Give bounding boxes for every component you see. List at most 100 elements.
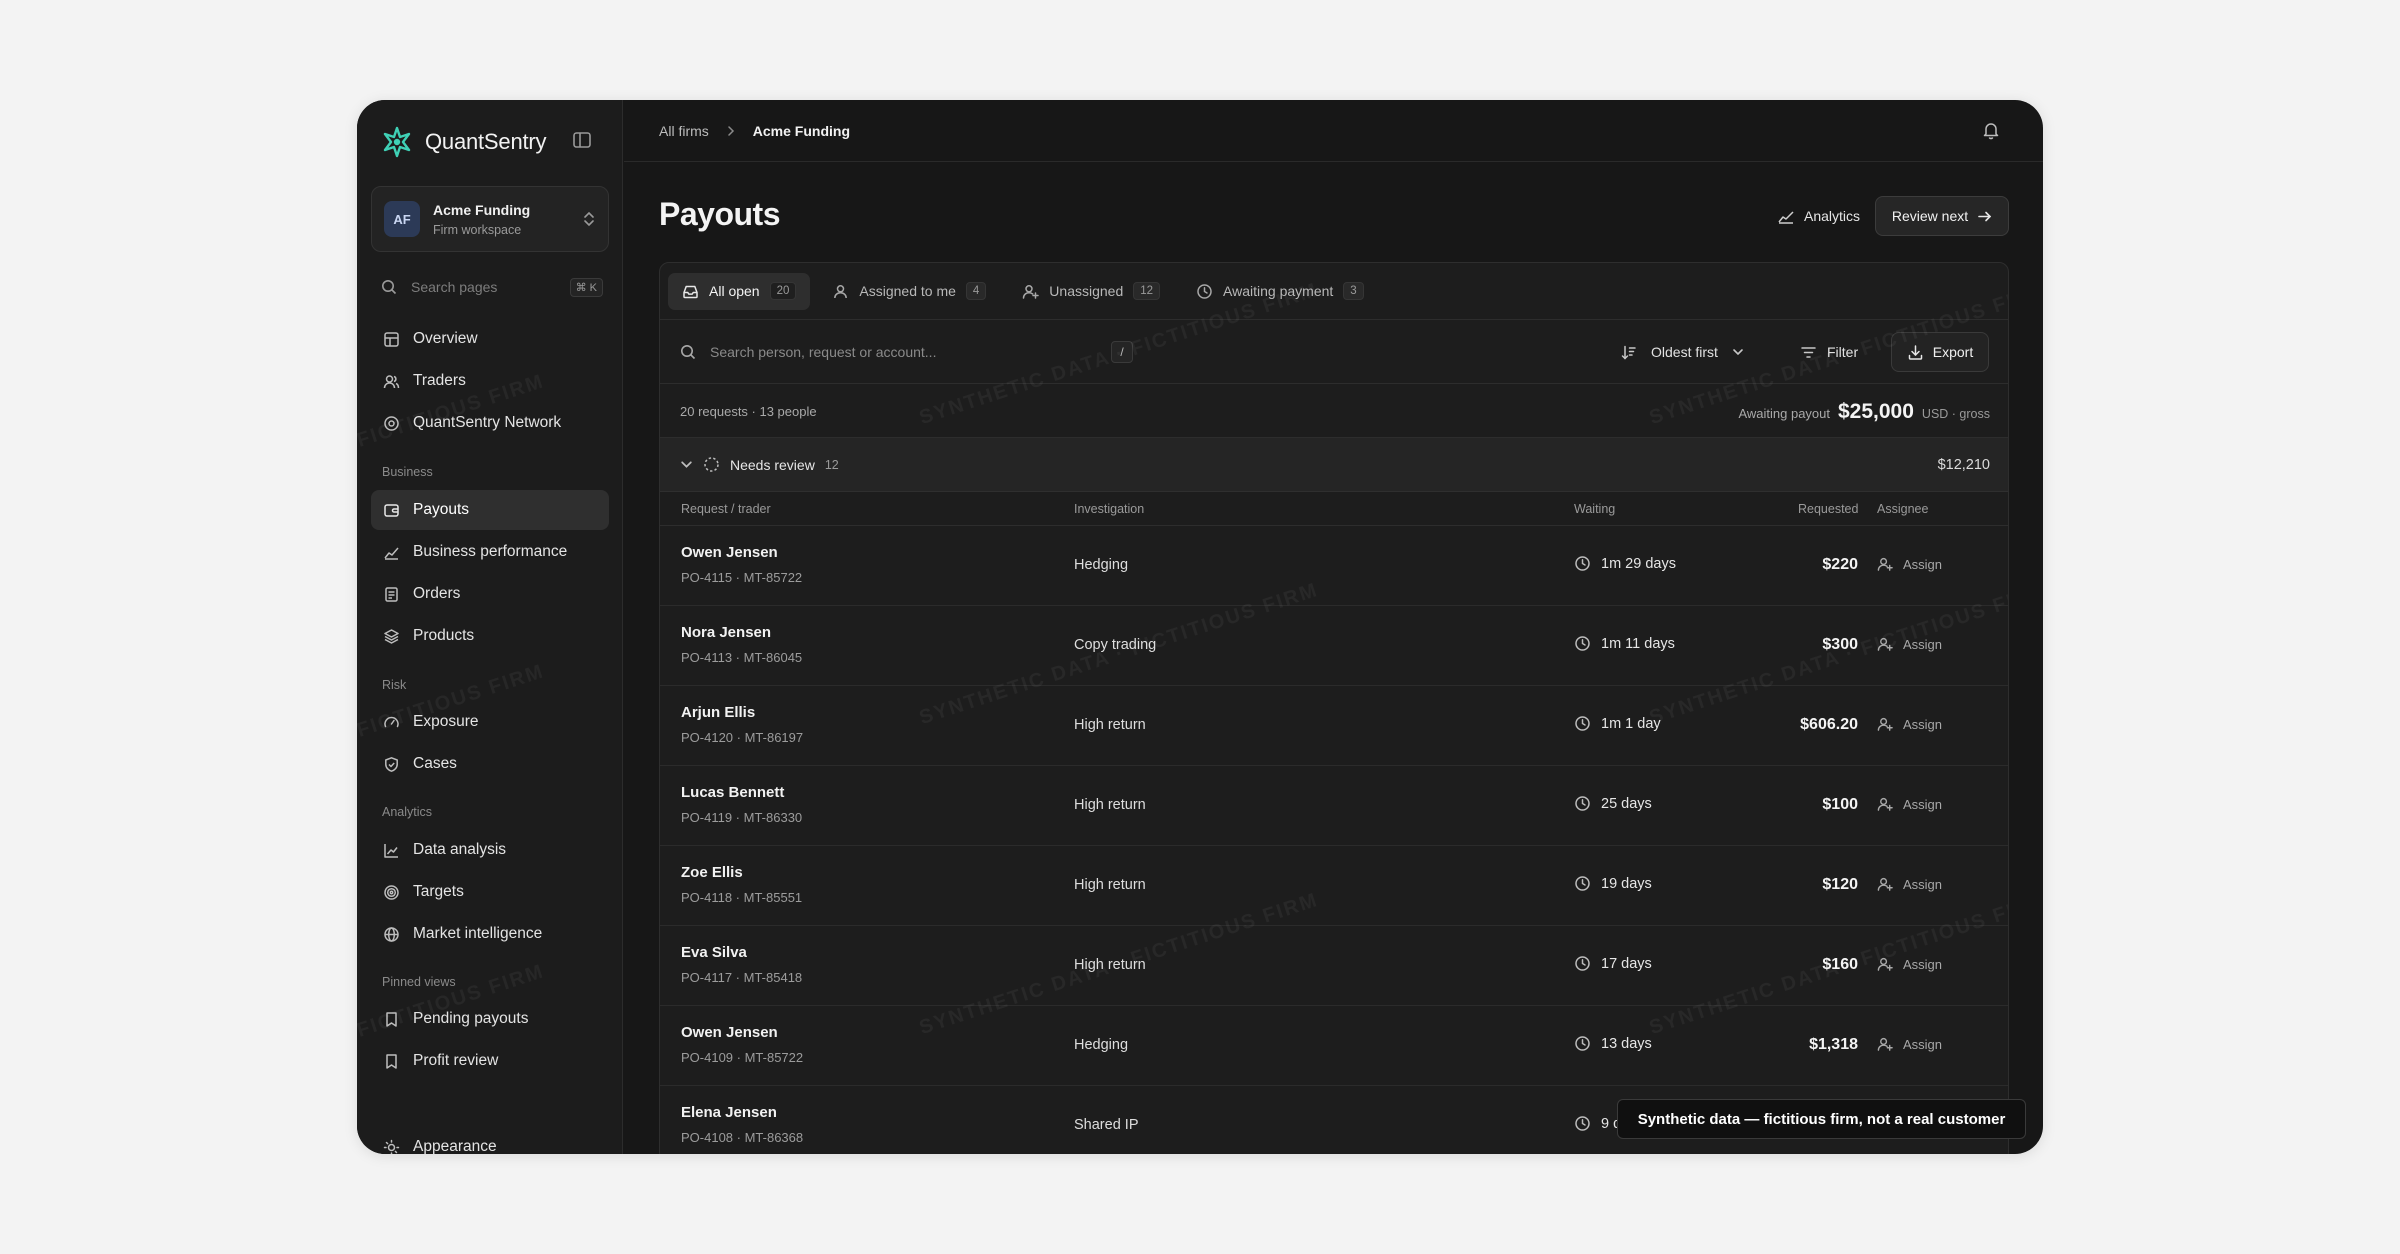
nav-data-analysis[interactable]: Data analysis	[371, 830, 609, 870]
sidebar-collapse-button[interactable]	[571, 129, 593, 151]
workspace-switcher[interactable]: AF Acme Funding Firm workspace	[371, 186, 609, 252]
workspace-subtitle: Firm workspace	[433, 222, 522, 237]
nav-profit-review[interactable]: Profit review	[371, 1041, 609, 1081]
assign-button[interactable]: Assign	[1877, 956, 1942, 972]
nav-network[interactable]: QuantSentry Network	[371, 403, 609, 443]
trader-name[interactable]: Owen Jensen	[681, 544, 778, 561]
group-total: $12,210	[1937, 456, 1990, 473]
sort-label: Oldest first	[1651, 344, 1718, 360]
nav-overview[interactable]: Overview	[371, 319, 609, 359]
analytics-button[interactable]: Analytics	[1777, 202, 1860, 230]
main-content: All firms Acme Funding Payouts Analytics…	[624, 100, 2043, 1154]
nav-payouts[interactable]: Payouts	[371, 490, 609, 530]
nav-appearance[interactable]: Appearance	[371, 1127, 609, 1154]
col-waiting: Waiting	[1574, 502, 1616, 516]
nav-market-intelligence[interactable]: Market intelligence	[371, 914, 609, 954]
nav-business-performance[interactable]: Business performance	[371, 532, 609, 572]
review-next-button[interactable]: Review next	[1875, 196, 2009, 236]
search-pages[interactable]: Search pages ⌘ K	[381, 276, 603, 298]
search-input[interactable]	[710, 344, 1090, 360]
synthetic-data-notice: Synthetic data — fictitious firm, not a …	[1617, 1099, 2026, 1139]
tab-awaiting-payment[interactable]: Awaiting payment 3	[1182, 273, 1378, 310]
assign-button[interactable]: Assign	[1877, 876, 1942, 892]
user-plus-icon	[1877, 637, 1893, 651]
user-icon	[834, 284, 848, 298]
user-plus-icon	[1877, 877, 1893, 891]
filter-button[interactable]: Filter	[1800, 341, 1858, 363]
nav-orders[interactable]: Orders	[371, 574, 609, 614]
search-field[interactable]	[680, 340, 1150, 364]
assign-label: Assign	[1903, 876, 1943, 892]
trader-name[interactable]: Lucas Bennett	[681, 784, 784, 801]
assign-button[interactable]: Assign	[1877, 636, 1942, 652]
trader-name[interactable]: Elena Jensen	[681, 1104, 777, 1121]
trader-name[interactable]: Eva Silva	[681, 944, 747, 961]
chevron-up-down-icon	[584, 211, 594, 227]
trader-name[interactable]: Zoe Ellis	[681, 864, 743, 881]
clock-icon	[1575, 716, 1590, 731]
waiting-time: 19 days	[1574, 875, 1652, 892]
trader-name[interactable]: Nora Jensen	[681, 624, 771, 641]
awaiting-payout-amount: $25,000	[1838, 400, 1914, 423]
col-requested: Requested	[1798, 502, 1859, 516]
app-window: QuantSentry AF Acme Funding Firm workspa…	[357, 100, 2043, 1154]
request-ids: PO-4113 · MT-86045	[681, 650, 803, 665]
trader-name[interactable]: Owen Jensen	[681, 1024, 778, 1041]
investigation-type: High return	[1074, 797, 1146, 813]
nav-pending-payouts[interactable]: Pending payouts	[371, 999, 609, 1039]
nav-payouts-label: Payouts	[413, 501, 470, 518]
request-ids: PO-4115 · MT-85722	[681, 570, 803, 585]
table-row[interactable]: Arjun Ellis PO-4120 · MT-86197 High return…	[660, 686, 2008, 766]
user-plus-icon	[1877, 557, 1893, 571]
sort-dropdown[interactable]: Oldest first	[1620, 341, 1744, 363]
brand[interactable]: QuantSentry	[381, 122, 547, 162]
table-row[interactable]: Owen Jensen PO-4109 · MT-85722 Hedging 13 d…	[660, 1006, 2008, 1086]
filter-tabs: All open 20 Assigned to me 4 Unassigned …	[660, 263, 2008, 320]
assign-label: Assign	[1903, 636, 1943, 652]
inbox-icon	[683, 285, 698, 298]
table-row[interactable]: Lucas Bennett PO-4119 · MT-86330 High retu…	[660, 766, 2008, 846]
chart-icon	[384, 843, 398, 858]
export-button[interactable]: Export	[1891, 332, 1989, 372]
breadcrumb-root[interactable]: All firms	[659, 123, 709, 139]
table-row[interactable]: Nora Jensen PO-4113 · MT-86045 Copy tradin…	[660, 606, 2008, 686]
waiting-value: 19 days	[1601, 875, 1652, 892]
table-row[interactable]: Eva Silva PO-4117 · MT-85418 High return 17…	[660, 926, 2008, 1006]
tab-all-open[interactable]: All open 20	[668, 272, 811, 310]
nav-exposure[interactable]: Exposure	[371, 702, 609, 742]
tab-unassigned[interactable]: Unassigned 12	[1008, 273, 1174, 310]
nav-targets-label: Targets	[413, 883, 464, 900]
trader-name[interactable]: Arjun Ellis	[681, 704, 755, 721]
table-row[interactable]: Zoe Ellis PO-4118 · MT-85551 High return 19…	[660, 846, 2008, 926]
table-row[interactable]: Owen Jensen PO-4115 · MT-85722 Hedging 1m 2…	[660, 526, 2008, 606]
summary-bar: 20 requests · 13 people Awaiting payout …	[660, 384, 2008, 438]
network-icon	[384, 415, 399, 431]
nav-cases[interactable]: Cases	[371, 744, 609, 784]
tab-assigned-to-me[interactable]: Assigned to me 4	[818, 273, 1000, 310]
search-shortcut: ⌘ K	[569, 277, 603, 297]
search-shortcut-key: /	[1111, 341, 1133, 363]
filter-icon	[1801, 346, 1816, 358]
clock-icon	[1575, 796, 1590, 811]
assign-button[interactable]: Assign	[1877, 1036, 1942, 1052]
filter-label: Filter	[1827, 344, 1859, 360]
users-icon	[383, 374, 400, 388]
assign-button[interactable]: Assign	[1877, 556, 1942, 572]
assign-button[interactable]: Assign	[1877, 796, 1942, 812]
notifications-button[interactable]	[1981, 120, 2001, 143]
nav-traders[interactable]: Traders	[371, 361, 609, 401]
nav-appearance-label: Appearance	[413, 1138, 497, 1154]
assign-label: Assign	[1903, 956, 1943, 972]
group-header-needs-review[interactable]: Needs review 12 $12,210	[660, 438, 2008, 492]
nav-products[interactable]: Products	[371, 616, 609, 656]
awaiting-payout-label: Awaiting payout	[1738, 406, 1830, 421]
nav-targets[interactable]: Targets	[371, 872, 609, 912]
assign-button[interactable]: Assign	[1877, 716, 1942, 732]
nav-overview-label: Overview	[413, 330, 478, 347]
tab-count: 4	[965, 282, 987, 300]
tab-count: 3	[1343, 282, 1364, 300]
section-label-risk: Risk	[382, 678, 407, 692]
shield-icon	[385, 756, 398, 772]
bookmark-icon	[386, 1053, 397, 1069]
investigation-type: High return	[1074, 957, 1146, 973]
